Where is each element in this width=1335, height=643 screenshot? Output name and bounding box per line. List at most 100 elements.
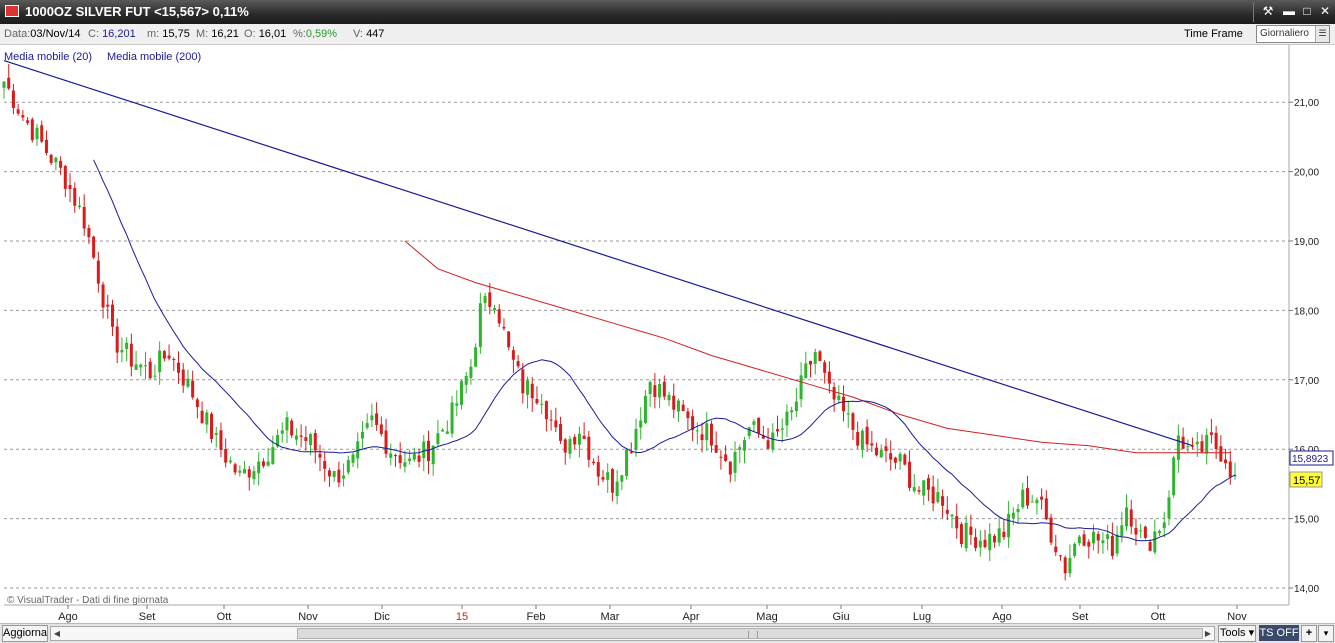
candle-body bbox=[799, 375, 803, 400]
candle-body bbox=[875, 447, 879, 456]
candle-body bbox=[389, 453, 393, 458]
candle-body bbox=[54, 157, 58, 163]
scroll-thumb[interactable] bbox=[297, 628, 1203, 639]
candle-body bbox=[294, 435, 298, 440]
candle-body bbox=[502, 326, 506, 329]
footer-menu-icon[interactable]: ▾ bbox=[1318, 625, 1334, 642]
candle-body bbox=[106, 304, 110, 307]
candle-body bbox=[445, 431, 449, 434]
candle-body bbox=[818, 351, 822, 361]
title-bar: 1000OZ SILVER FUT <15,567> 0,11% ⚒ ▬ □ ✕ bbox=[0, 0, 1335, 24]
candle-body bbox=[1068, 557, 1072, 574]
candle-body bbox=[643, 395, 647, 424]
app-icon bbox=[5, 5, 19, 17]
candle-body bbox=[375, 413, 379, 425]
x-tick-label: Nov bbox=[298, 611, 318, 623]
close-info: C: 16,201 bbox=[88, 28, 136, 40]
candle-body bbox=[922, 480, 926, 496]
max-info: M: 16,21 bbox=[196, 28, 239, 40]
candle-body bbox=[1110, 536, 1114, 556]
candle-body bbox=[851, 413, 855, 430]
candle-body bbox=[1209, 432, 1213, 435]
scroll-grip-icon bbox=[748, 631, 758, 638]
scroll-left-icon[interactable]: ◀ bbox=[51, 627, 63, 640]
candle-body bbox=[26, 120, 30, 123]
scroll-right-icon[interactable]: ▶ bbox=[1202, 627, 1214, 640]
candle-body bbox=[483, 296, 487, 304]
y-tick-label: 14,00 bbox=[1294, 584, 1319, 595]
candle-body bbox=[1158, 530, 1162, 534]
legend-ma20: Media mobile (20) bbox=[4, 51, 92, 63]
candle-body bbox=[49, 154, 53, 163]
candle-body bbox=[865, 426, 869, 445]
x-tick-label: Mar bbox=[601, 611, 620, 623]
y-tick-label: 19,00 bbox=[1294, 237, 1319, 248]
price-chart[interactable]: 14,0015,0016,0017,0018,0019,0020,0021,00… bbox=[0, 45, 1335, 623]
candle-body bbox=[1162, 522, 1166, 529]
candle-body bbox=[978, 540, 982, 548]
candle-body bbox=[1214, 432, 1218, 450]
candle-body bbox=[1205, 434, 1209, 454]
x-tick-label: Set bbox=[1072, 611, 1089, 623]
add-button[interactable]: + bbox=[1301, 625, 1317, 642]
candle-body bbox=[889, 453, 893, 460]
y-tick-label: 18,00 bbox=[1294, 306, 1319, 317]
ts-toggle-button[interactable]: TS OFF bbox=[1259, 625, 1299, 641]
candle-body bbox=[771, 432, 775, 450]
candle-body bbox=[177, 362, 181, 373]
dropdown-arrow-icon[interactable]: ☰ bbox=[1315, 26, 1329, 42]
candle-body bbox=[974, 537, 978, 548]
candle-body bbox=[620, 475, 624, 482]
candle-body bbox=[695, 430, 699, 432]
candle-body bbox=[87, 228, 91, 238]
minimize-button[interactable]: ▬ bbox=[1281, 3, 1297, 19]
candle-body bbox=[1058, 555, 1062, 557]
x-tick-label: Dic bbox=[374, 611, 390, 623]
candle-body bbox=[351, 454, 355, 463]
refresh-button[interactable]: Aggiorna bbox=[2, 625, 48, 642]
candle-body bbox=[11, 90, 15, 109]
candle-body bbox=[1082, 534, 1086, 546]
candle-body bbox=[35, 127, 39, 140]
candle-body bbox=[563, 439, 567, 453]
candle-body bbox=[469, 366, 473, 378]
candle-body bbox=[648, 381, 652, 395]
candle-body bbox=[120, 349, 124, 353]
tools-icon[interactable]: ⚒ bbox=[1260, 3, 1276, 19]
tools-menu-button[interactable]: Tools ▾ bbox=[1218, 625, 1256, 642]
candle-body bbox=[950, 514, 954, 517]
candle-body bbox=[936, 492, 940, 503]
candle-body bbox=[832, 387, 836, 400]
legend-ma200: Media mobile (200) bbox=[107, 51, 201, 63]
candle-body bbox=[158, 350, 162, 373]
candle-body bbox=[1025, 488, 1029, 506]
candle-body bbox=[582, 435, 586, 440]
candle-body bbox=[285, 417, 289, 431]
candle-body bbox=[785, 411, 789, 426]
maximize-button[interactable]: □ bbox=[1299, 3, 1315, 19]
candle-body bbox=[860, 430, 864, 450]
candle-body bbox=[1077, 536, 1081, 544]
candle-body bbox=[1035, 499, 1039, 504]
candle-body bbox=[337, 469, 341, 483]
candle-body bbox=[1049, 517, 1053, 543]
candle-body bbox=[530, 383, 534, 399]
candle-body bbox=[809, 361, 813, 365]
candle-body bbox=[261, 461, 265, 467]
candle-body bbox=[1016, 508, 1020, 513]
close-button[interactable]: ✕ bbox=[1317, 3, 1333, 19]
candle-body bbox=[615, 481, 619, 496]
candle-body bbox=[44, 139, 48, 153]
candle-body bbox=[945, 509, 949, 514]
timeframe-select[interactable]: Giornaliero ☰ bbox=[1256, 25, 1330, 43]
candle-body bbox=[742, 440, 746, 451]
candle-body bbox=[941, 496, 945, 506]
candle-body bbox=[879, 450, 883, 458]
candle-body bbox=[1134, 528, 1138, 535]
candle-body bbox=[309, 434, 313, 446]
candle-body bbox=[323, 461, 327, 469]
candle-body bbox=[1073, 543, 1077, 556]
candle-body bbox=[115, 326, 119, 353]
candle-body bbox=[780, 428, 784, 430]
time-scrollbar[interactable]: ◀ ▶ bbox=[50, 626, 1215, 641]
